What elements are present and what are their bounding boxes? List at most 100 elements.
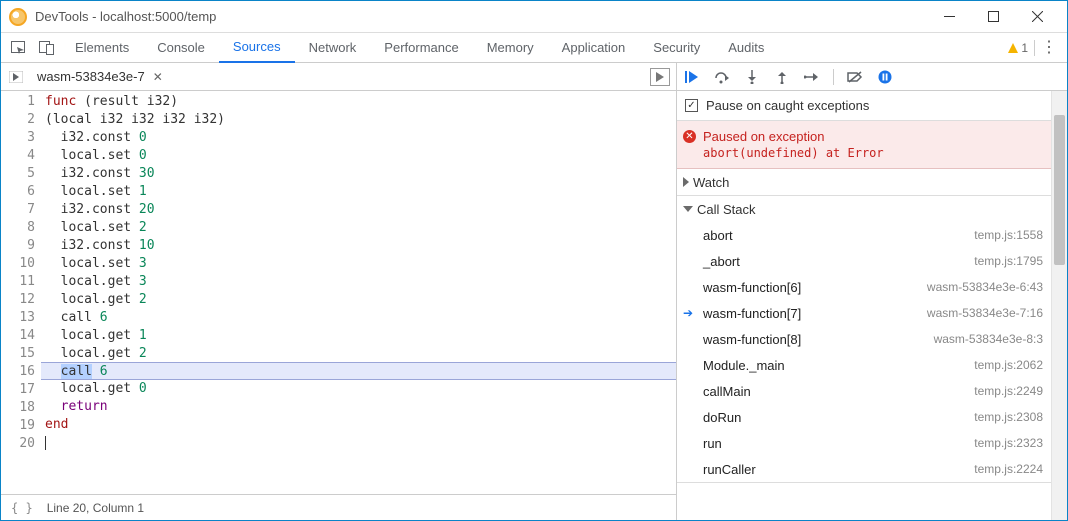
chevron-right-icon [683, 177, 689, 187]
callstack-item[interactable]: _aborttemp.js:1795 [677, 248, 1051, 274]
device-toolbar-icon[interactable] [39, 41, 55, 55]
code-line[interactable]: local.set 3 [41, 255, 676, 273]
code-line[interactable]: end [41, 416, 676, 434]
debugger-panel: ✓ Pause on caught exceptions ✕ Paused on… [677, 63, 1067, 520]
tab-security[interactable]: Security [639, 33, 714, 63]
code-line[interactable]: local.set 2 [41, 219, 676, 237]
tab-performance[interactable]: Performance [370, 33, 472, 63]
code-line[interactable]: local.get 0 [41, 380, 676, 398]
tab-sources[interactable]: Sources [219, 33, 295, 63]
stack-fn: run [703, 436, 974, 451]
deactivate-breakpoints-button[interactable] [846, 68, 864, 86]
step-out-button[interactable] [773, 68, 791, 86]
divider [833, 69, 834, 85]
code-line[interactable]: call 6 [41, 309, 676, 327]
tab-application[interactable]: Application [548, 33, 640, 63]
callstack-section: Call Stack aborttemp.js:1558_aborttemp.j… [677, 196, 1051, 483]
inspect-icon[interactable] [11, 41, 27, 55]
file-tab-name: wasm-53834e3e-7 [37, 69, 145, 84]
stack-location: wasm-53834e3e-8:3 [934, 332, 1043, 346]
stack-location: temp.js:2308 [974, 410, 1043, 424]
callstack-item[interactable]: callMaintemp.js:2249 [677, 378, 1051, 404]
file-tab-bar: wasm-53834e3e-7 ✕ [1, 63, 676, 91]
stack-location: wasm-53834e3e-7:16 [927, 306, 1043, 320]
code-line[interactable]: local.get 3 [41, 273, 676, 291]
code-editor[interactable]: 1234567891011121314151617181920 func (re… [1, 91, 676, 494]
stack-location: temp.js:2249 [974, 384, 1043, 398]
code-line[interactable]: return [41, 398, 676, 416]
code-line[interactable]: local.get 2 [41, 291, 676, 309]
pause-exceptions-row: ✓ Pause on caught exceptions [677, 91, 1051, 121]
resume-button[interactable] [683, 68, 701, 86]
code-area[interactable]: func (result i32)(local i32 i32 i32 i32)… [41, 91, 676, 494]
watch-section: Watch [677, 169, 1051, 196]
pause-caught-checkbox[interactable]: ✓ [685, 99, 698, 112]
current-frame-icon: ➔ [683, 306, 693, 320]
more-menu-icon[interactable]: ⋮ [1041, 41, 1057, 55]
error-icon: ✕ [683, 130, 696, 143]
stack-location: temp.js:2224 [974, 462, 1043, 476]
divider [1034, 40, 1035, 56]
paused-subtitle: abort(undefined) at Error [703, 146, 1039, 160]
tab-console[interactable]: Console [143, 33, 219, 63]
show-navigator-icon[interactable] [5, 66, 27, 88]
stack-fn: runCaller [703, 462, 974, 477]
code-line[interactable]: i32.const 20 [41, 201, 676, 219]
warnings-badge[interactable]: 1 [1008, 41, 1028, 55]
stack-location: wasm-53834e3e-6:43 [927, 280, 1043, 294]
stack-fn: _abort [703, 254, 974, 269]
tab-audits[interactable]: Audits [714, 33, 778, 63]
code-line[interactable]: (local i32 i32 i32 i32) [41, 111, 676, 129]
code-line[interactable]: local.set 1 [41, 183, 676, 201]
callstack-item[interactable]: doRuntemp.js:2308 [677, 404, 1051, 430]
tab-network[interactable]: Network [295, 33, 371, 63]
step-over-button[interactable] [713, 68, 731, 86]
callstack-header[interactable]: Call Stack [677, 196, 1051, 222]
code-line[interactable]: i32.const 30 [41, 165, 676, 183]
code-line[interactable]: local.get 2 [41, 345, 676, 363]
cursor-position: Line 20, Column 1 [47, 501, 144, 515]
line-gutter: 1234567891011121314151617181920 [1, 91, 41, 494]
title-bar: DevTools - localhost:5000/temp [1, 1, 1067, 33]
callstack-item[interactable]: runtemp.js:2323 [677, 430, 1051, 456]
scrollbar[interactable] [1051, 91, 1067, 520]
code-line[interactable] [41, 434, 676, 452]
pretty-print-icon[interactable]: { } [11, 501, 33, 515]
code-line[interactable]: i32.const 10 [41, 237, 676, 255]
stack-fn: Module._main [703, 358, 974, 373]
code-line[interactable]: call 6 [41, 362, 676, 380]
callstack-item[interactable]: runCallertemp.js:2224 [677, 456, 1051, 482]
tab-memory[interactable]: Memory [473, 33, 548, 63]
close-tab-icon[interactable]: ✕ [153, 70, 163, 84]
stack-fn: wasm-function[6] [703, 280, 927, 295]
window-title: DevTools - localhost:5000/temp [35, 9, 927, 24]
stack-fn: wasm-function[8] [703, 332, 934, 347]
callstack-item[interactable]: ➔wasm-function[7]wasm-53834e3e-7:16 [677, 300, 1051, 326]
warning-count: 1 [1021, 41, 1028, 55]
file-tab[interactable]: wasm-53834e3e-7 ✕ [27, 63, 169, 91]
stack-location: temp.js:1795 [974, 254, 1043, 268]
main-layout: wasm-53834e3e-7 ✕ 1234567891011121314151… [1, 63, 1067, 520]
callstack-label: Call Stack [697, 202, 756, 217]
callstack-item[interactable]: wasm-function[6]wasm-53834e3e-6:43 [677, 274, 1051, 300]
stack-fn: callMain [703, 384, 974, 399]
code-line[interactable]: local.get 1 [41, 327, 676, 345]
maximize-button[interactable] [971, 3, 1015, 31]
pause-on-exceptions-button[interactable] [876, 68, 894, 86]
code-line[interactable]: func (result i32) [41, 93, 676, 111]
callstack-item[interactable]: aborttemp.js:1558 [677, 222, 1051, 248]
minimize-button[interactable] [927, 3, 971, 31]
paused-title: Paused on exception [703, 129, 1039, 144]
watch-header[interactable]: Watch [677, 169, 1051, 195]
callstack-item[interactable]: Module._maintemp.js:2062 [677, 352, 1051, 378]
tab-elements[interactable]: Elements [61, 33, 143, 63]
code-line[interactable]: i32.const 0 [41, 129, 676, 147]
more-tabs-icon[interactable] [650, 68, 670, 86]
callstack-item[interactable]: wasm-function[8]wasm-53834e3e-8:3 [677, 326, 1051, 352]
debugger-toolbar [677, 63, 1067, 91]
close-button[interactable] [1015, 3, 1059, 31]
scrollbar-thumb[interactable] [1054, 115, 1065, 265]
step-button[interactable] [803, 68, 821, 86]
code-line[interactable]: local.set 0 [41, 147, 676, 165]
step-into-button[interactable] [743, 68, 761, 86]
